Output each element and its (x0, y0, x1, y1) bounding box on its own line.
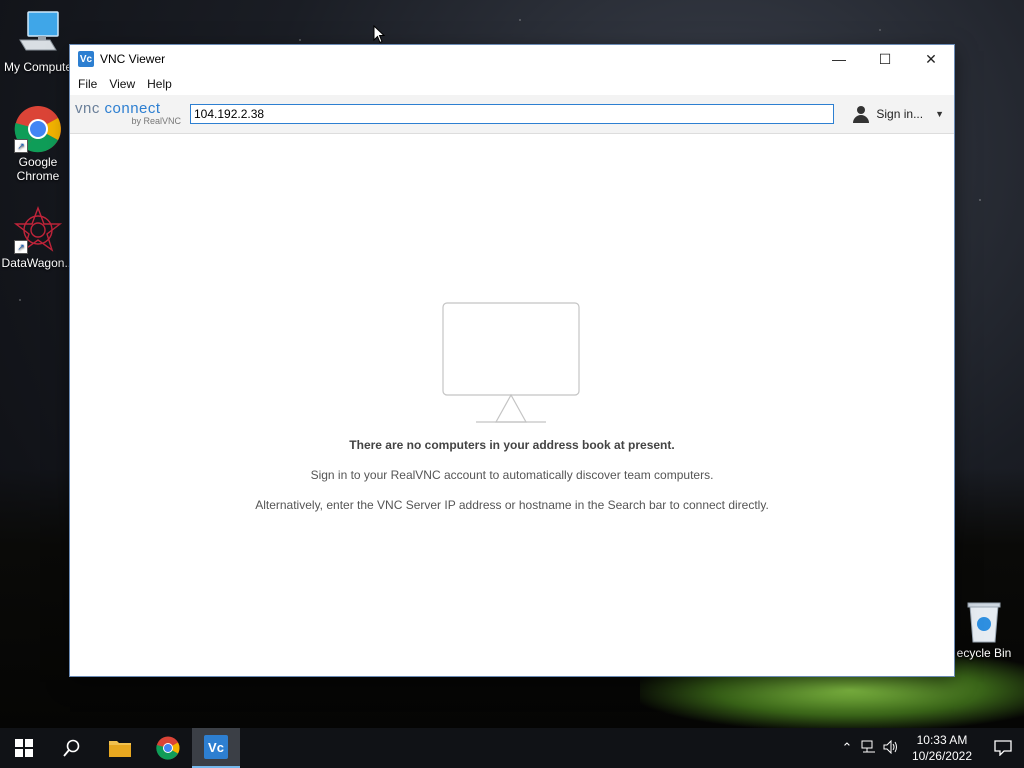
vnc-connect-logo: vnc connect by RealVNC (70, 101, 187, 127)
sign-in-label: Sign in... (876, 107, 924, 121)
chrome-icon (156, 736, 180, 760)
search-icon (63, 739, 80, 757)
brand-suffix: connect (104, 100, 161, 117)
brand-sub: by RealVNC (131, 116, 181, 126)
taskbar-clock[interactable]: 10:33 AM 10/26/2022 (902, 732, 982, 764)
recycle-bin-label: ecycle Bin (956, 646, 1012, 660)
search-button[interactable] (48, 728, 96, 768)
close-button[interactable]: ✕ (908, 45, 954, 73)
window-title: VNC Viewer (100, 52, 166, 66)
address-book-area: There are no computers in your address b… (70, 134, 954, 676)
shortcut-arrow-icon: ↗ (14, 240, 28, 254)
computer-icon (14, 10, 62, 58)
recycle-bin-icon (964, 600, 1004, 644)
monitor-illustration-icon (442, 302, 580, 424)
desktop-icon-label: Google Chrome (16, 155, 60, 183)
search-input[interactable] (190, 104, 834, 124)
taskbar: Vc ⌃ 10:33 AM 10/26/2022 (0, 728, 1024, 768)
chevron-down-icon: ▼ (935, 109, 944, 119)
notification-icon (994, 740, 1012, 756)
desktop-icon-my-computer[interactable]: My Compute (0, 10, 76, 74)
vnc-logo-icon: Vc (78, 51, 94, 67)
network-icon[interactable] (858, 740, 880, 757)
empty-state-title: There are no computers in your address b… (349, 438, 675, 452)
title-bar[interactable]: Vc VNC Viewer — ☐ ✕ (70, 45, 954, 73)
minimize-button[interactable]: — (816, 45, 862, 73)
vnc-viewer-window: Vc VNC Viewer — ☐ ✕ File View Help vnc c… (70, 45, 954, 676)
folder-icon (109, 741, 131, 757)
toolbar: vnc connect by RealVNC Sign in... ▼ (70, 95, 954, 134)
shortcut-arrow-icon: ↗ (14, 139, 28, 153)
system-tray: ⌃ 10:33 AM 10/26/2022 (836, 728, 1024, 768)
start-button[interactable] (0, 728, 48, 768)
menu-bar: File View Help (70, 73, 954, 95)
desktop-icon-google-chrome[interactable]: ↗ Google Chrome (0, 105, 76, 183)
menu-file[interactable]: File (72, 77, 103, 91)
vnc-viewer-icon: Vc (204, 735, 228, 759)
sign-in-button[interactable]: Sign in... ▼ (852, 105, 954, 123)
clock-date: 10/26/2022 (911, 749, 972, 763)
mouse-cursor-icon (373, 24, 386, 47)
empty-state-line1: Sign in to your RealVNC account to autom… (310, 468, 714, 482)
desktop-icon-datawagon[interactable]: ↗ DataWagon... (0, 206, 76, 270)
brand-prefix: vnc (75, 100, 100, 117)
desktop-icon-label: DataWagon... (1, 256, 75, 270)
file-explorer-button[interactable] (96, 728, 144, 768)
chrome-icon: ↗ (14, 105, 62, 153)
volume-icon[interactable] (880, 739, 902, 757)
empty-state-line2: Alternatively, enter the VNC Server IP a… (255, 498, 769, 512)
notifications-button[interactable] (982, 728, 1024, 768)
chrome-taskbar-button[interactable] (144, 728, 192, 768)
desktop-icon-label: My Compute (3, 60, 73, 74)
chevron-up-icon[interactable]: ⌃ (836, 740, 858, 756)
brand-main: vnc connect (75, 101, 187, 116)
maximize-button[interactable]: ☐ (862, 45, 908, 73)
window-controls: — ☐ ✕ (816, 45, 954, 73)
user-icon (852, 105, 870, 123)
clock-time: 10:33 AM (916, 733, 968, 747)
menu-view[interactable]: View (103, 77, 141, 91)
vnc-viewer-taskbar-button[interactable]: Vc (192, 728, 240, 768)
menu-help[interactable]: Help (141, 77, 178, 91)
desktop-icon-recycle-bin[interactable]: ecycle Bin (944, 600, 1024, 660)
datawagon-icon: ↗ (13, 206, 63, 254)
windows-logo-icon (15, 739, 33, 757)
